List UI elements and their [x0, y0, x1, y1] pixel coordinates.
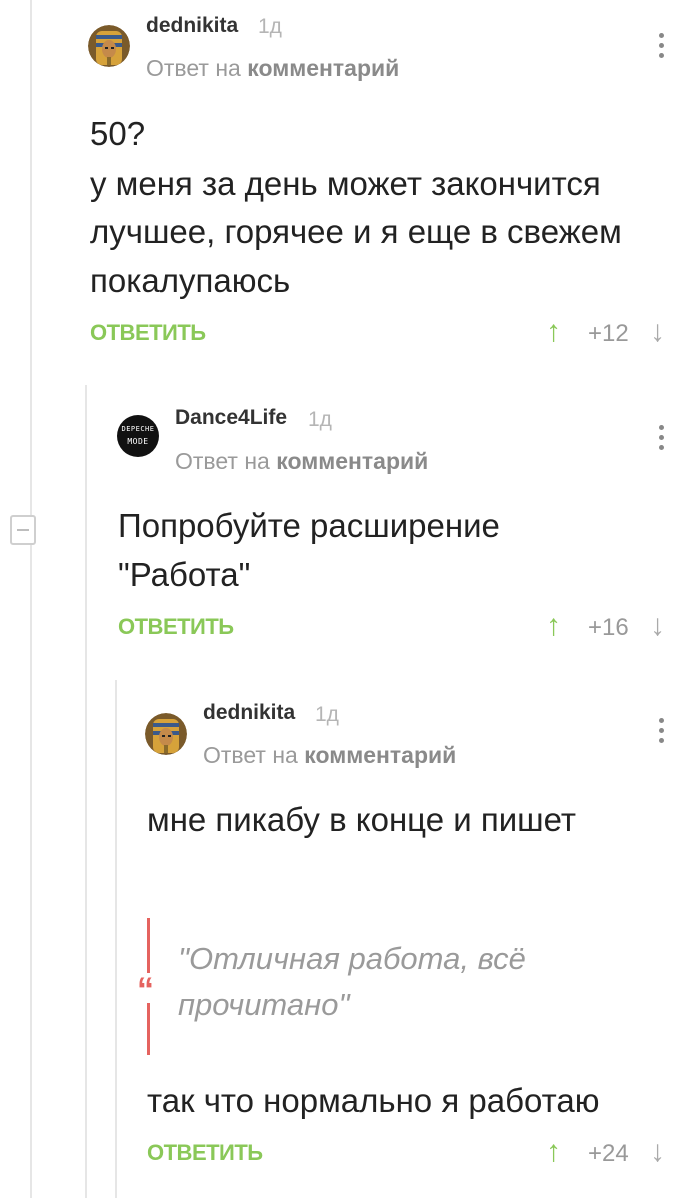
- reply-button[interactable]: ОТВЕТИТЬ: [118, 614, 234, 640]
- comment-time: 1д: [308, 408, 332, 431]
- thread-line-root: [30, 0, 32, 515]
- comment-text-line: Попробуйте расширение: [118, 507, 500, 544]
- avatar-text-line: DEPECHE: [121, 425, 155, 433]
- more-options-icon[interactable]: [656, 33, 666, 63]
- comment-time: 1д: [258, 15, 282, 38]
- comment-text-line: лучшее, горячее и я еще в свежем: [90, 213, 622, 250]
- comment-text-line: так что нормально я работаю: [147, 1082, 600, 1119]
- upvote-arrow-icon[interactable]: ↑: [546, 611, 561, 641]
- upvote-arrow-icon[interactable]: ↑: [546, 317, 561, 347]
- reply-target-link[interactable]: комментарий: [304, 742, 456, 768]
- comment-text-line: "Работа": [118, 556, 251, 593]
- reply-to-label[interactable]: Ответ на комментарий: [175, 448, 428, 475]
- avatar-text-line: MODE: [127, 437, 149, 446]
- comment-text-line: покалупаюсь: [90, 262, 291, 299]
- thread-line-level2: [115, 680, 117, 1198]
- comment-time: 1д: [315, 703, 339, 726]
- downvote-arrow-icon[interactable]: ↓: [650, 611, 665, 641]
- quote-text-line: "Отличная работа, всё: [178, 941, 526, 976]
- comment-text-line: мне пикабу в конце и пишет: [147, 801, 576, 838]
- quote-bar-bottom: [147, 1003, 150, 1055]
- comment-text-line: 50?: [90, 115, 146, 152]
- rating-value: +24: [588, 1140, 629, 1167]
- depeche-mode-avatar-icon[interactable]: DEPECHE MODE: [117, 415, 159, 457]
- rating-value: +16: [588, 614, 629, 641]
- reply-to-label[interactable]: Ответ на комментарий: [203, 742, 456, 769]
- downvote-arrow-icon[interactable]: ↓: [650, 317, 665, 347]
- pharaoh-avatar-icon[interactable]: [145, 713, 187, 755]
- thread-line-root-lower: [30, 545, 32, 1198]
- rating-value: +12: [588, 320, 629, 347]
- more-options-icon[interactable]: [656, 425, 666, 455]
- upvote-arrow-icon[interactable]: ↑: [546, 1137, 561, 1167]
- reply-button[interactable]: ОТВЕТИТЬ: [90, 320, 206, 346]
- reply-to-label[interactable]: Ответ на комментарий: [146, 55, 399, 82]
- comment-text-line: у меня за день может закончится: [90, 165, 601, 202]
- author-name[interactable]: dednikita: [203, 701, 295, 725]
- reply-target-link[interactable]: комментарий: [247, 55, 399, 81]
- author-name[interactable]: dednikita: [146, 14, 238, 38]
- more-options-icon[interactable]: [656, 718, 666, 748]
- collapse-thread-button[interactable]: [10, 515, 36, 545]
- reply-prefix: Ответ на: [203, 742, 298, 768]
- reply-target-link[interactable]: комментарий: [276, 448, 428, 474]
- thread-line-level1: [85, 385, 87, 1198]
- reply-prefix: Ответ на: [175, 448, 270, 474]
- reply-button[interactable]: ОТВЕТИТЬ: [147, 1140, 263, 1166]
- author-name[interactable]: Dance4Life: [175, 406, 287, 430]
- reply-prefix: Ответ на: [146, 55, 241, 81]
- quote-bar-top: [147, 918, 150, 973]
- quote-mark-icon: “: [137, 971, 154, 1009]
- downvote-arrow-icon[interactable]: ↓: [650, 1137, 665, 1167]
- pharaoh-avatar-icon[interactable]: [88, 25, 130, 67]
- quote-text-line: прочитано": [178, 987, 350, 1022]
